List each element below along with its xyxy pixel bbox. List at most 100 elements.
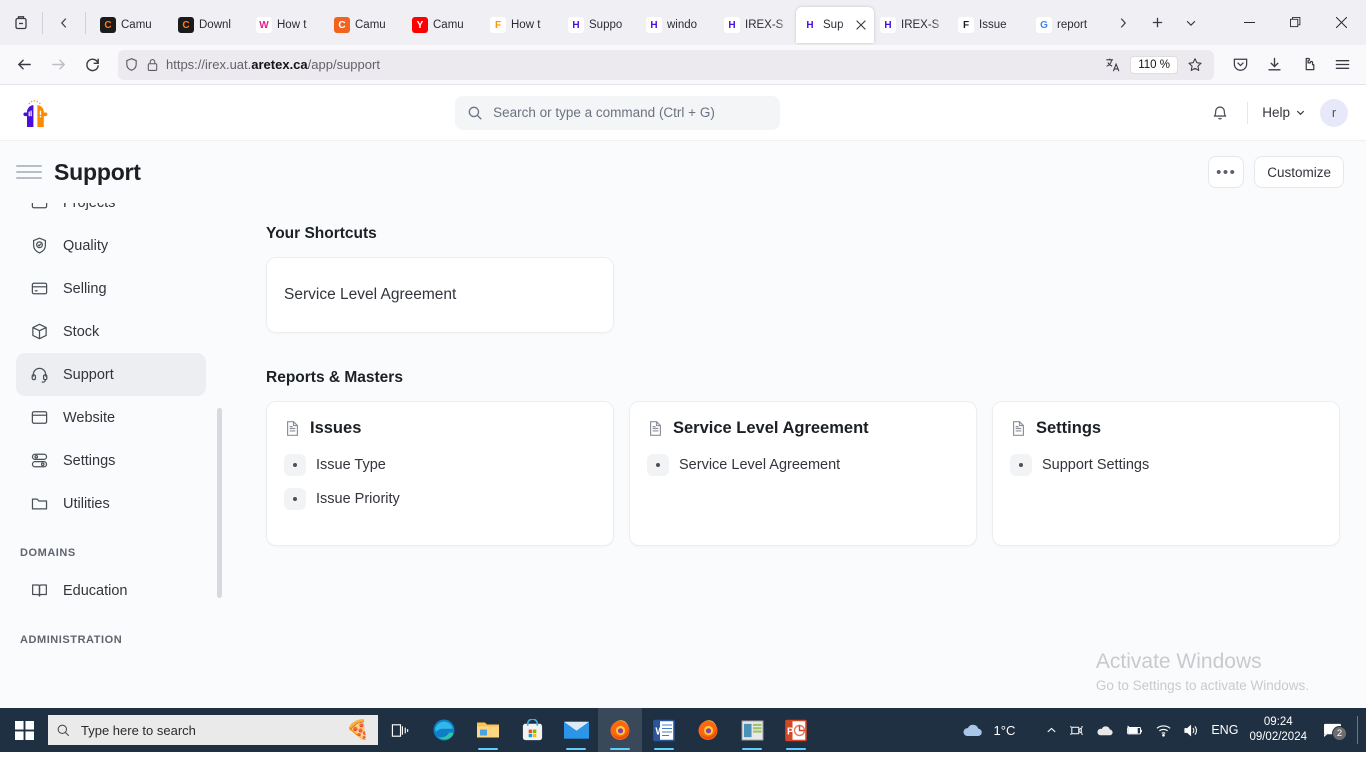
bookmark-star-icon[interactable] <box>1182 52 1208 78</box>
browser-tab[interactable]: W How t <box>250 7 328 43</box>
maximize-icon[interactable] <box>1272 0 1318 45</box>
sidebar-group-domains: DOMAINS <box>20 547 76 559</box>
shield-icon[interactable] <box>124 57 139 72</box>
battery-charging-icon[interactable] <box>1125 724 1144 737</box>
bell-icon[interactable] <box>1207 100 1233 126</box>
sidebar-item-education[interactable]: Education <box>16 569 206 612</box>
sidebar-item-support[interactable]: Support <box>16 353 206 396</box>
list-all-tabs-icon[interactable] <box>6 8 36 38</box>
sidebar-item-label: Support <box>63 366 114 383</box>
wifi-icon[interactable] <box>1155 723 1172 737</box>
tab-scroll-left-icon[interactable] <box>49 8 79 38</box>
sidebar-item-label: Stock <box>63 323 100 340</box>
task-view-icon[interactable] <box>378 708 422 752</box>
downloads-icon[interactable] <box>1258 49 1290 81</box>
close-window-icon[interactable] <box>1318 0 1364 45</box>
card-title: Issues <box>310 419 362 437</box>
shortcut-card[interactable]: Service Level Agreement <box>266 257 614 333</box>
browser-tab[interactable]: C Camu <box>94 7 172 43</box>
edge-icon[interactable] <box>422 708 466 752</box>
clock-date: 09/02/2024 <box>1249 731 1307 743</box>
page-header: Support ••• Customize <box>0 141 1366 203</box>
sidebar-item-utilities[interactable]: Utilities <box>16 482 206 525</box>
new-tab-plus-icon[interactable] <box>1142 8 1172 38</box>
sidebar-item-website[interactable]: Website <box>16 396 206 439</box>
save-to-pocket-icon[interactable] <box>1224 49 1256 81</box>
sticky-notes-icon[interactable] <box>730 708 774 752</box>
browser-tab[interactable]: C Camu <box>328 7 406 43</box>
word-icon[interactable]: W <box>642 708 686 752</box>
bullet-icon <box>647 454 669 476</box>
browser-tab[interactable]: C Downl <box>172 7 250 43</box>
temperature-label: 1°C <box>993 722 1016 738</box>
back-arrow-icon[interactable] <box>8 49 40 81</box>
sidebar-item-label: Selling <box>63 280 107 297</box>
taskbar-search-box[interactable]: Type here to search 🍕 <box>48 715 378 745</box>
language-indicator[interactable]: ENG <box>1211 723 1238 737</box>
show-desktop-divider[interactable] <box>1357 716 1358 744</box>
report-master-card: Service Level Agreement Service Level Agr… <box>629 401 977 546</box>
search-input[interactable] <box>493 105 769 120</box>
card-link[interactable]: Service Level Agreement <box>647 448 959 482</box>
browser-tab[interactable]: H IREX-S <box>718 7 796 43</box>
card-link[interactable]: Issue Type <box>284 448 596 482</box>
browser-tab[interactable]: Y Camu <box>406 7 484 43</box>
cloud-icon[interactable] <box>961 723 983 738</box>
clock[interactable]: 09:24 09/02/2024 <box>1249 715 1307 745</box>
reload-icon[interactable] <box>76 49 108 81</box>
windows-start-icon[interactable] <box>0 708 48 752</box>
tab-title: Suppo <box>589 19 623 31</box>
activate-windows-subtitle: Go to Settings to activate Windows. <box>1095 678 1309 693</box>
sidebar-item-projects[interactable]: Projects <box>16 203 206 224</box>
file-explorer-icon[interactable] <box>466 708 510 752</box>
aretex-two-heads-logo[interactable] <box>18 99 52 127</box>
avatar[interactable]: r <box>1319 98 1348 127</box>
browser-tab[interactable]: H IREX-S <box>874 7 952 43</box>
hamburger-menu-icon[interactable] <box>1326 49 1358 81</box>
firefox-icon[interactable] <box>686 708 730 752</box>
browser-tab[interactable]: H Suppo <box>562 7 640 43</box>
more-options-button[interactable]: ••• <box>1208 156 1245 188</box>
help-menu-button[interactable]: Help <box>1262 105 1306 120</box>
browser-tab[interactable]: F How t <box>484 7 562 43</box>
powerpoint-icon[interactable]: P <box>774 708 818 752</box>
browser-tab[interactable]: Hwindo <box>640 7 718 43</box>
mail-icon[interactable] <box>554 708 598 752</box>
onedrive-cloud-icon[interactable] <box>1095 724 1114 737</box>
card-link-label: Service Level Agreement <box>679 457 841 473</box>
browser-tab-active[interactable]: H Sup <box>796 7 874 43</box>
sidebar-item-selling[interactable]: Selling <box>16 267 206 310</box>
firefox-icon[interactable] <box>598 708 642 752</box>
extensions-puzzle-icon[interactable] <box>1292 49 1324 81</box>
notification-center-icon[interactable]: 2 <box>1318 722 1347 741</box>
tab-scroll-right-icon[interactable] <box>1108 8 1138 38</box>
global-search-bar[interactable] <box>455 95 781 130</box>
tab-title: IREX-S <box>901 19 940 31</box>
translate-icon[interactable] <box>1100 52 1126 78</box>
card-link[interactable]: Support Settings <box>1010 448 1322 482</box>
tab-favicon-icon: H <box>724 17 740 33</box>
url-address-bar[interactable]: https://irex.uat.aretex.ca/app/support 1… <box>118 49 1214 80</box>
zoom-level-indicator[interactable]: 110 % <box>1130 55 1178 74</box>
sidebar-scrollbar[interactable] <box>217 408 222 598</box>
tab-title: Issue <box>979 19 1007 31</box>
sidebar-item-settings[interactable]: Settings <box>16 439 206 482</box>
customize-button[interactable]: Customize <box>1254 156 1344 188</box>
sidebar-item-stock[interactable]: Stock <box>16 310 206 353</box>
card-link[interactable]: Issue Priority <box>284 482 596 516</box>
forward-arrow-icon[interactable] <box>42 49 74 81</box>
bullet-icon <box>284 454 306 476</box>
tab-overflow-chevron-icon[interactable] <box>1176 8 1206 38</box>
speaker-icon[interactable] <box>1183 723 1200 738</box>
chevron-up-icon[interactable] <box>1045 724 1058 737</box>
microsoft-store-icon[interactable] <box>510 708 554 752</box>
padlock-icon[interactable] <box>146 58 159 72</box>
minimize-icon[interactable] <box>1226 0 1272 45</box>
browser-tab[interactable]: F Issue <box>952 7 1030 43</box>
sidebar-item-quality[interactable]: Quality <box>16 224 206 267</box>
sidebar-toggle-hamburger-icon[interactable] <box>16 165 42 179</box>
system-tray: 1°C ENG 09:24 09/02/2024 2 <box>961 715 1366 745</box>
camera-icon[interactable] <box>1069 723 1084 738</box>
browser-tab[interactable]: Greport <box>1030 7 1106 43</box>
close-icon[interactable] <box>854 18 868 32</box>
